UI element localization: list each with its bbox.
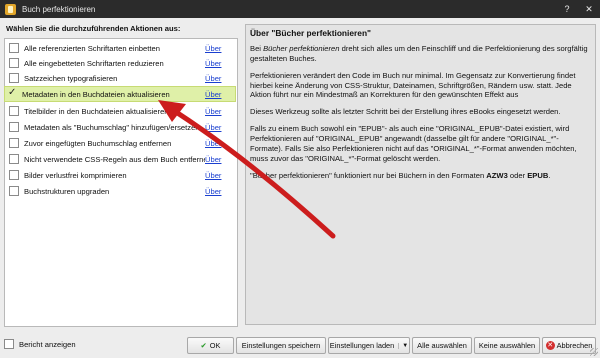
action-row[interactable]: Zuvor eingefügten Buchumschlag entfernen…: [5, 136, 235, 150]
action-label: Buchstrukturen upgraden: [24, 186, 110, 196]
window-title: Buch perfektionieren: [22, 4, 96, 14]
checkbox-icon[interactable]: [9, 122, 19, 132]
action-label: Titelbilder in den Buchdateien aktualisi…: [24, 106, 169, 116]
show-report-label: Bericht anzeigen: [19, 339, 76, 349]
action-label: Satzzeichen typografisieren: [24, 73, 118, 83]
cancel-button[interactable]: ✕ Abbrechen: [542, 337, 596, 354]
about-link[interactable]: Über: [205, 90, 235, 99]
info-paragraph-1: Bei Bücher perfektionieren dreht sich al…: [250, 44, 588, 63]
select-all-button[interactable]: Alle auswählen: [412, 337, 472, 354]
checkbox-icon[interactable]: [9, 73, 19, 83]
about-link[interactable]: Über: [205, 59, 235, 68]
action-row[interactable]: Metadaten als "Buchumschlag" hinzufügen/…: [5, 120, 235, 134]
action-label: Alle referenzierten Schriftarten einbett…: [24, 43, 160, 53]
about-link[interactable]: Über: [205, 44, 235, 53]
load-settings-button[interactable]: Einstellungen laden ▼: [328, 337, 410, 354]
help-button[interactable]: ?: [556, 0, 578, 18]
about-link[interactable]: Über: [205, 171, 235, 180]
action-row[interactable]: Titelbilder in den Buchdateien aktualisi…: [5, 104, 235, 118]
info-paragraph-4: Falls zu einem Buch sowohl ein "EPUB"- a…: [250, 124, 577, 163]
action-label: Nicht verwendete CSS-Regeln aus dem Buch…: [24, 154, 205, 164]
about-link[interactable]: Über: [205, 155, 235, 164]
checkbox-icon[interactable]: [9, 106, 19, 116]
action-label: Alle eingebetteten Schriftarten reduzier…: [24, 58, 164, 68]
action-row[interactable]: Alle referenzierten Schriftarten einbett…: [5, 41, 235, 55]
about-link[interactable]: Über: [205, 187, 235, 196]
checkbox-icon[interactable]: [9, 170, 19, 180]
info-paragraph-3: Dieses Werkzeug sollte als letzter Schri…: [250, 107, 561, 117]
actions-panel: Wählen Sie die durchzuführenden Aktionen…: [4, 24, 238, 334]
cancel-icon: ✕: [545, 341, 555, 350]
action-row[interactable]: Metadaten in den Buchdateien aktualisier…: [4, 86, 236, 102]
dialog-body: Wählen Sie die durchzuführenden Aktionen…: [0, 18, 600, 358]
action-row[interactable]: Alle eingebetteten Schriftarten reduzier…: [5, 56, 235, 70]
dropdown-arrow-icon[interactable]: ▼: [398, 342, 408, 349]
action-row[interactable]: Nicht verwendete CSS-Regeln aus dem Buch…: [5, 152, 235, 166]
resize-grip[interactable]: [590, 348, 598, 356]
action-row[interactable]: Bilder verlustfrei komprimieren Über: [5, 168, 235, 182]
app-icon: [5, 3, 16, 15]
about-link[interactable]: Über: [205, 123, 235, 132]
action-label: Zuvor eingefügten Buchumschlag entfernen: [24, 138, 172, 148]
show-report-checkbox[interactable]: Bericht anzeigen: [4, 339, 76, 349]
select-none-button[interactable]: Keine auswählen: [474, 337, 540, 354]
close-button[interactable]: ✕: [578, 0, 600, 18]
action-row[interactable]: Satzzeichen typografisieren Über: [5, 71, 235, 85]
info-panel: Über "Bücher perfektionieren" Bei Bücher…: [245, 24, 596, 325]
checkbox-icon[interactable]: [9, 186, 19, 196]
checkbox-icon[interactable]: [4, 339, 14, 349]
checkbox-icon[interactable]: [9, 43, 19, 53]
info-paragraph-5: "Bücher perfektionieren" funktioniert nu…: [250, 170, 551, 180]
action-label: Metadaten als "Buchumschlag" hinzufügen/…: [24, 122, 200, 132]
about-link[interactable]: Über: [205, 139, 235, 148]
action-row[interactable]: Buchstrukturen upgraden Über: [5, 184, 235, 198]
about-link[interactable]: Über: [205, 107, 235, 116]
save-settings-button[interactable]: Einstellungen speichern: [236, 337, 326, 354]
actions-heading: Wählen Sie die durchzuführenden Aktionen…: [6, 24, 181, 33]
checked-checkbox-icon[interactable]: [8, 87, 17, 98]
checkbox-icon[interactable]: [9, 138, 19, 148]
button-bar: Bericht anzeigen ✔ OK Einstellungen spei…: [0, 334, 600, 356]
action-label: Metadaten in den Buchdateien aktualisier…: [22, 89, 170, 99]
checkmark-icon: ✔: [200, 341, 207, 350]
about-link[interactable]: Über: [205, 74, 235, 83]
info-title: Über "Bücher perfektionieren": [250, 28, 372, 38]
title-bar: Buch perfektionieren ? ✕: [0, 0, 600, 18]
checkbox-icon[interactable]: [9, 154, 19, 164]
checkbox-icon[interactable]: [9, 58, 19, 68]
action-label: Bilder verlustfrei komprimieren: [24, 170, 127, 180]
info-paragraph-2: Perfektionieren verändert den Code im Bu…: [250, 70, 576, 100]
ok-button[interactable]: ✔ OK: [187, 337, 234, 354]
actions-list: Alle referenzierten Schriftarten einbett…: [4, 38, 238, 327]
